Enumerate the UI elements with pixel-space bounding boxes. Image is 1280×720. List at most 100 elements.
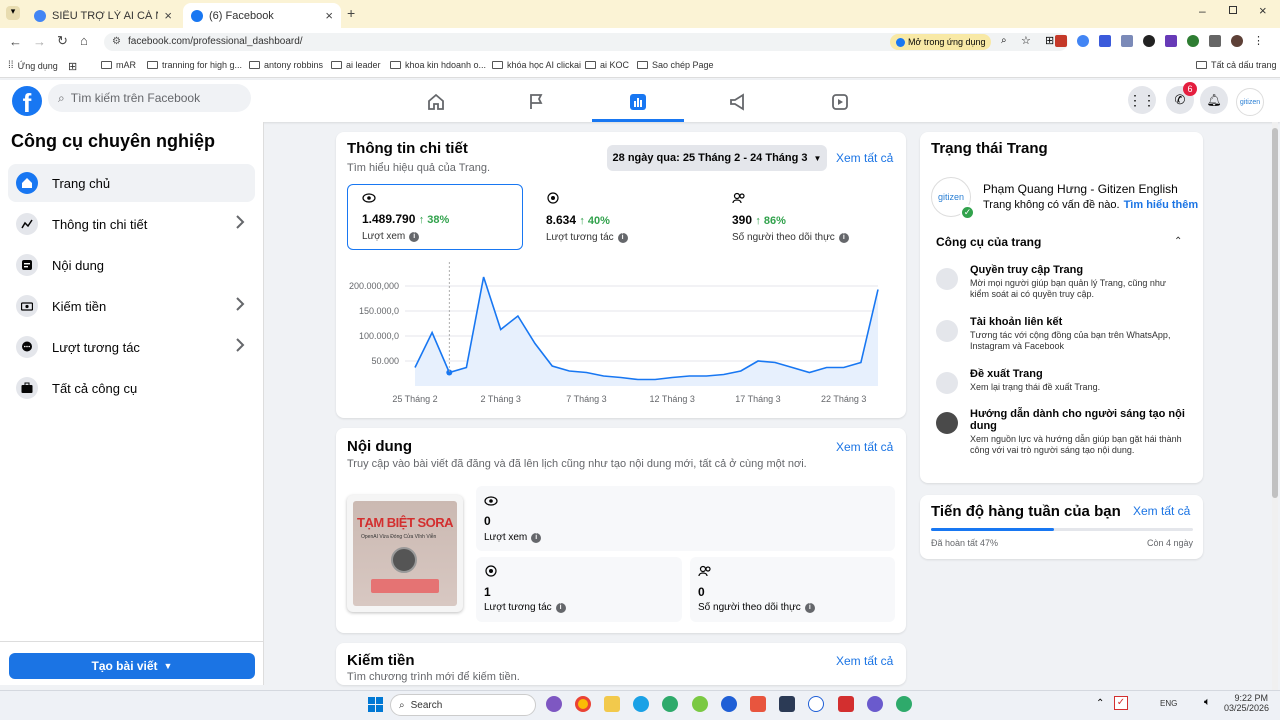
bookmark-folder[interactable]: khoa kin hdoanh o... <box>390 60 486 70</box>
weekly-see-all-link[interactable]: Xem tất cả <box>1133 504 1190 518</box>
profile-avatar[interactable]: gitizen <box>1236 88 1264 116</box>
post-thumbnail[interactable]: TẠM BIỆT SORA OpenAI Vừa Đóng Cửa Vĩnh V… <box>347 495 463 612</box>
address-bar[interactable]: ⚙ facebook.com/professional_dashboard/ M… <box>104 33 1068 51</box>
app-icon[interactable] <box>692 696 708 712</box>
close-tab-icon[interactable]: × <box>164 8 172 23</box>
app-icon[interactable] <box>750 696 766 712</box>
chevron-up-icon[interactable]: ⌃ <box>1174 236 1182 247</box>
zalo-icon[interactable] <box>808 696 824 712</box>
extension-icon[interactable] <box>1055 35 1067 47</box>
home-icon[interactable]: ⌂ <box>80 33 88 48</box>
extension-icon[interactable] <box>1077 35 1089 47</box>
sidebar-item-monetization[interactable]: Kiếm tiền <box>8 287 255 325</box>
app-icon[interactable] <box>779 696 795 712</box>
info-icon[interactable]: i <box>531 532 542 543</box>
bookmark-apps[interactable]: ⁞⁞ Ứng dụng <box>8 60 58 71</box>
browser-tab-assistant[interactable]: SIÊU TRỢ LÝ AI CÁ NHÂN - Mu × <box>26 3 180 28</box>
app-icon[interactable] <box>867 696 883 712</box>
info-icon[interactable]: i <box>555 602 566 613</box>
browser-tab-facebook[interactable]: (6) Facebook × <box>183 3 341 28</box>
back-icon[interactable]: ← <box>9 34 22 49</box>
clock[interactable]: 9:22 PM 03/25/2026 <box>1224 693 1269 713</box>
bookmark-folder[interactable]: Sao chép Page <box>637 60 714 70</box>
puzzle-icon[interactable] <box>1209 35 1221 47</box>
facebook-search-input[interactable]: ⌕ Tìm kiếm trên Facebook <box>48 84 251 112</box>
metric-card-views[interactable]: 1.489.790 ↑ 38% Lượt xem i <box>347 184 523 250</box>
tool-page-access[interactable]: Quyền truy cập Trang Mời mọi người giúp b… <box>936 264 1186 300</box>
nav-dashboard[interactable] <box>592 84 684 120</box>
tool-linked-accounts[interactable]: Tài khoản liên kết Tương tác với cộng đồn… <box>936 316 1186 352</box>
chrome-icon[interactable] <box>575 696 591 712</box>
bookmark-star-icon[interactable]: ☆ <box>1021 34 1031 47</box>
all-bookmarks[interactable]: Tất cả dấu trang <box>1196 60 1277 70</box>
site-info-icon[interactable]: ⚙ <box>112 36 121 47</box>
copilot-icon[interactable] <box>546 696 562 712</box>
profile-icon[interactable] <box>1231 35 1243 47</box>
bookmark-folder[interactable]: mAR <box>101 60 136 70</box>
minimize-icon[interactable]: – <box>1199 4 1206 18</box>
tab-search-icon[interactable]: ▾ <box>6 6 20 20</box>
edge-icon[interactable] <box>633 696 649 712</box>
bookmark-folder[interactable]: tranning for high g... <box>147 60 242 70</box>
volume-icon[interactable]: 🔈︎ <box>1204 696 1211 709</box>
info-icon[interactable]: i <box>617 232 628 243</box>
metric-card-engagement[interactable]: 8.634 ↑ 40% Lượt tương tác i <box>532 184 708 250</box>
scrollbar-thumb[interactable] <box>1272 128 1278 498</box>
sidebar-item-content[interactable]: Nội dung <box>8 246 255 284</box>
tool-page-recommendation[interactable]: Đề xuất Trang Xem lại trạng thái đề xuất … <box>936 368 1186 394</box>
close-window-icon[interactable]: × <box>1259 3 1267 18</box>
sidebar-item-all-tools[interactable]: Tất cả công cụ <box>8 369 255 407</box>
taskbar-search[interactable]: ⌕ Search <box>390 694 536 716</box>
zoom-app-icon[interactable] <box>721 696 737 712</box>
info-icon[interactable]: i <box>409 231 420 242</box>
menu-icon[interactable]: ⋮ <box>1253 35 1265 47</box>
tool-creator-guide[interactable]: Hướng dẫn dành cho người sáng tạo nội du… <box>936 408 1186 456</box>
close-tab-icon[interactable]: × <box>325 8 333 23</box>
maximize-icon[interactable] <box>1229 6 1237 14</box>
sidebar-item-home[interactable]: Trang chủ <box>8 164 255 202</box>
notifications-button[interactable]: 🔔︎ <box>1200 86 1228 114</box>
nav-ads[interactable] <box>692 84 784 120</box>
tray-app-icon[interactable]: ✓ <box>1114 696 1128 710</box>
date-range-dropdown[interactable]: 28 ngày qua: 25 Tháng 2 - 24 Tháng 3 ▼ <box>607 145 827 171</box>
open-in-app-button[interactable]: Mở trong ứng dụng <box>890 34 992 50</box>
pdf-icon[interactable] <box>838 696 854 712</box>
info-icon[interactable]: i <box>838 232 849 243</box>
nav-pages[interactable] <box>490 84 582 120</box>
extension-icon[interactable] <box>1121 35 1133 47</box>
new-tab-icon[interactable]: + <box>347 5 355 21</box>
insights-see-all-link[interactable]: Xem tất cả <box>836 151 893 165</box>
create-post-button[interactable]: Tạo bài viết ▼ <box>9 653 255 679</box>
app-icon[interactable] <box>896 696 912 712</box>
learn-more-link[interactable]: Tìm hiểu thêm <box>1124 199 1199 211</box>
extension-icon[interactable] <box>1187 35 1199 47</box>
apps-grid-icon[interactable]: ⊞ <box>68 60 77 73</box>
metric-card-followers[interactable]: 390 ↑ 86% Số người theo dõi thực i <box>718 184 894 250</box>
app-icon[interactable] <box>662 696 678 712</box>
extension-icon[interactable] <box>1099 35 1111 47</box>
scrollbar-track[interactable] <box>1272 122 1278 690</box>
extension-icon[interactable]: ⊞ <box>1045 34 1054 47</box>
bookmark-folder[interactable]: antony robbins <box>249 60 323 70</box>
zoom-icon[interactable]: ⌕ <box>1001 35 1007 46</box>
bookmark-folder[interactable]: khóa học AI clickai <box>492 60 581 70</box>
content-see-all-link[interactable]: Xem tất cả <box>836 440 893 454</box>
info-icon[interactable]: i <box>804 602 815 613</box>
nav-video[interactable] <box>794 84 886 120</box>
facebook-logo-icon[interactable]: f <box>12 86 42 116</box>
language-indicator[interactable]: ENG <box>1160 699 1177 708</box>
file-explorer-icon[interactable] <box>604 696 620 712</box>
extension-icon[interactable] <box>1165 35 1177 47</box>
extension-icon[interactable] <box>1143 35 1155 47</box>
nav-home[interactable] <box>390 84 482 120</box>
monetization-see-all-link[interactable]: Xem tất cả <box>836 654 893 668</box>
bookmark-folder[interactable]: ai leader <box>331 60 381 70</box>
sidebar-item-engagement[interactable]: Lượt tương tác <box>8 328 255 366</box>
sidebar-item-insights[interactable]: Thông tin chi tiết <box>8 205 255 243</box>
windows-start-icon[interactable] <box>368 697 383 712</box>
reload-icon[interactable]: ↻ <box>57 33 68 49</box>
menu-grid-button[interactable]: ⋮⋮ <box>1128 86 1156 114</box>
bookmark-folder[interactable]: ai KOC <box>585 60 629 70</box>
views-line-chart[interactable]: 50.000 100.000,0 150.000,0 200.000,000 25 T… <box>340 258 900 410</box>
chevron-up-icon[interactable]: ⌃ <box>1096 698 1104 709</box>
